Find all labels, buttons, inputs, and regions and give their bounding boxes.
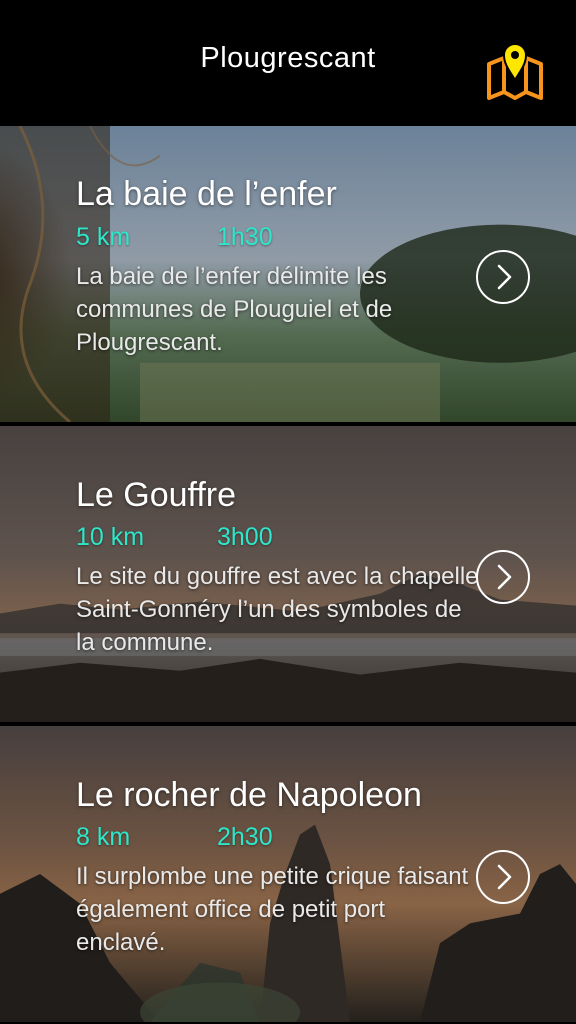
walk-duration: 2h30 bbox=[217, 823, 273, 851]
chevron-right-icon bbox=[497, 864, 512, 890]
walk-list: La baie de l’enfer 5 km 1h30 La baie de … bbox=[0, 126, 576, 1024]
walk-distance: 10 km bbox=[76, 523, 145, 551]
walk-title: Le rocher de Napoleon bbox=[76, 776, 422, 814]
chevron-right-icon bbox=[497, 264, 512, 290]
walk-duration: 3h00 bbox=[217, 523, 273, 551]
chevron-right-icon bbox=[497, 564, 512, 590]
walk-title: La baie de l’enfer bbox=[76, 175, 337, 213]
walk-description: Il surplombe une petite crique faisant é… bbox=[76, 863, 469, 956]
app-header: Plougrescant bbox=[0, 0, 576, 126]
walk-title: Le Gouffre bbox=[76, 476, 237, 514]
walk-description: La baie de l’enfer délimite les communes… bbox=[76, 263, 393, 356]
walk-distance: 5 km bbox=[76, 223, 131, 251]
map-pin-icon bbox=[487, 43, 543, 100]
walk-card[interactable]: Le Gouffre 10 km 3h00 Le site du gouffre… bbox=[0, 426, 576, 724]
open-walk-button[interactable] bbox=[476, 250, 530, 304]
walk-card[interactable]: La baie de l’enfer 5 km 1h30 La baie de … bbox=[0, 126, 576, 424]
open-walk-button[interactable] bbox=[476, 550, 530, 604]
walk-duration: 1h30 bbox=[217, 223, 273, 251]
walk-card[interactable]: Le rocher de Napoleon 8 km 2h30 Il surpl… bbox=[0, 726, 576, 1024]
walk-description: Le site du gouffre est avec la chapelle … bbox=[76, 563, 479, 656]
open-walk-button[interactable] bbox=[476, 850, 530, 904]
walk-distance: 8 km bbox=[76, 823, 131, 851]
map-button[interactable] bbox=[484, 40, 546, 102]
